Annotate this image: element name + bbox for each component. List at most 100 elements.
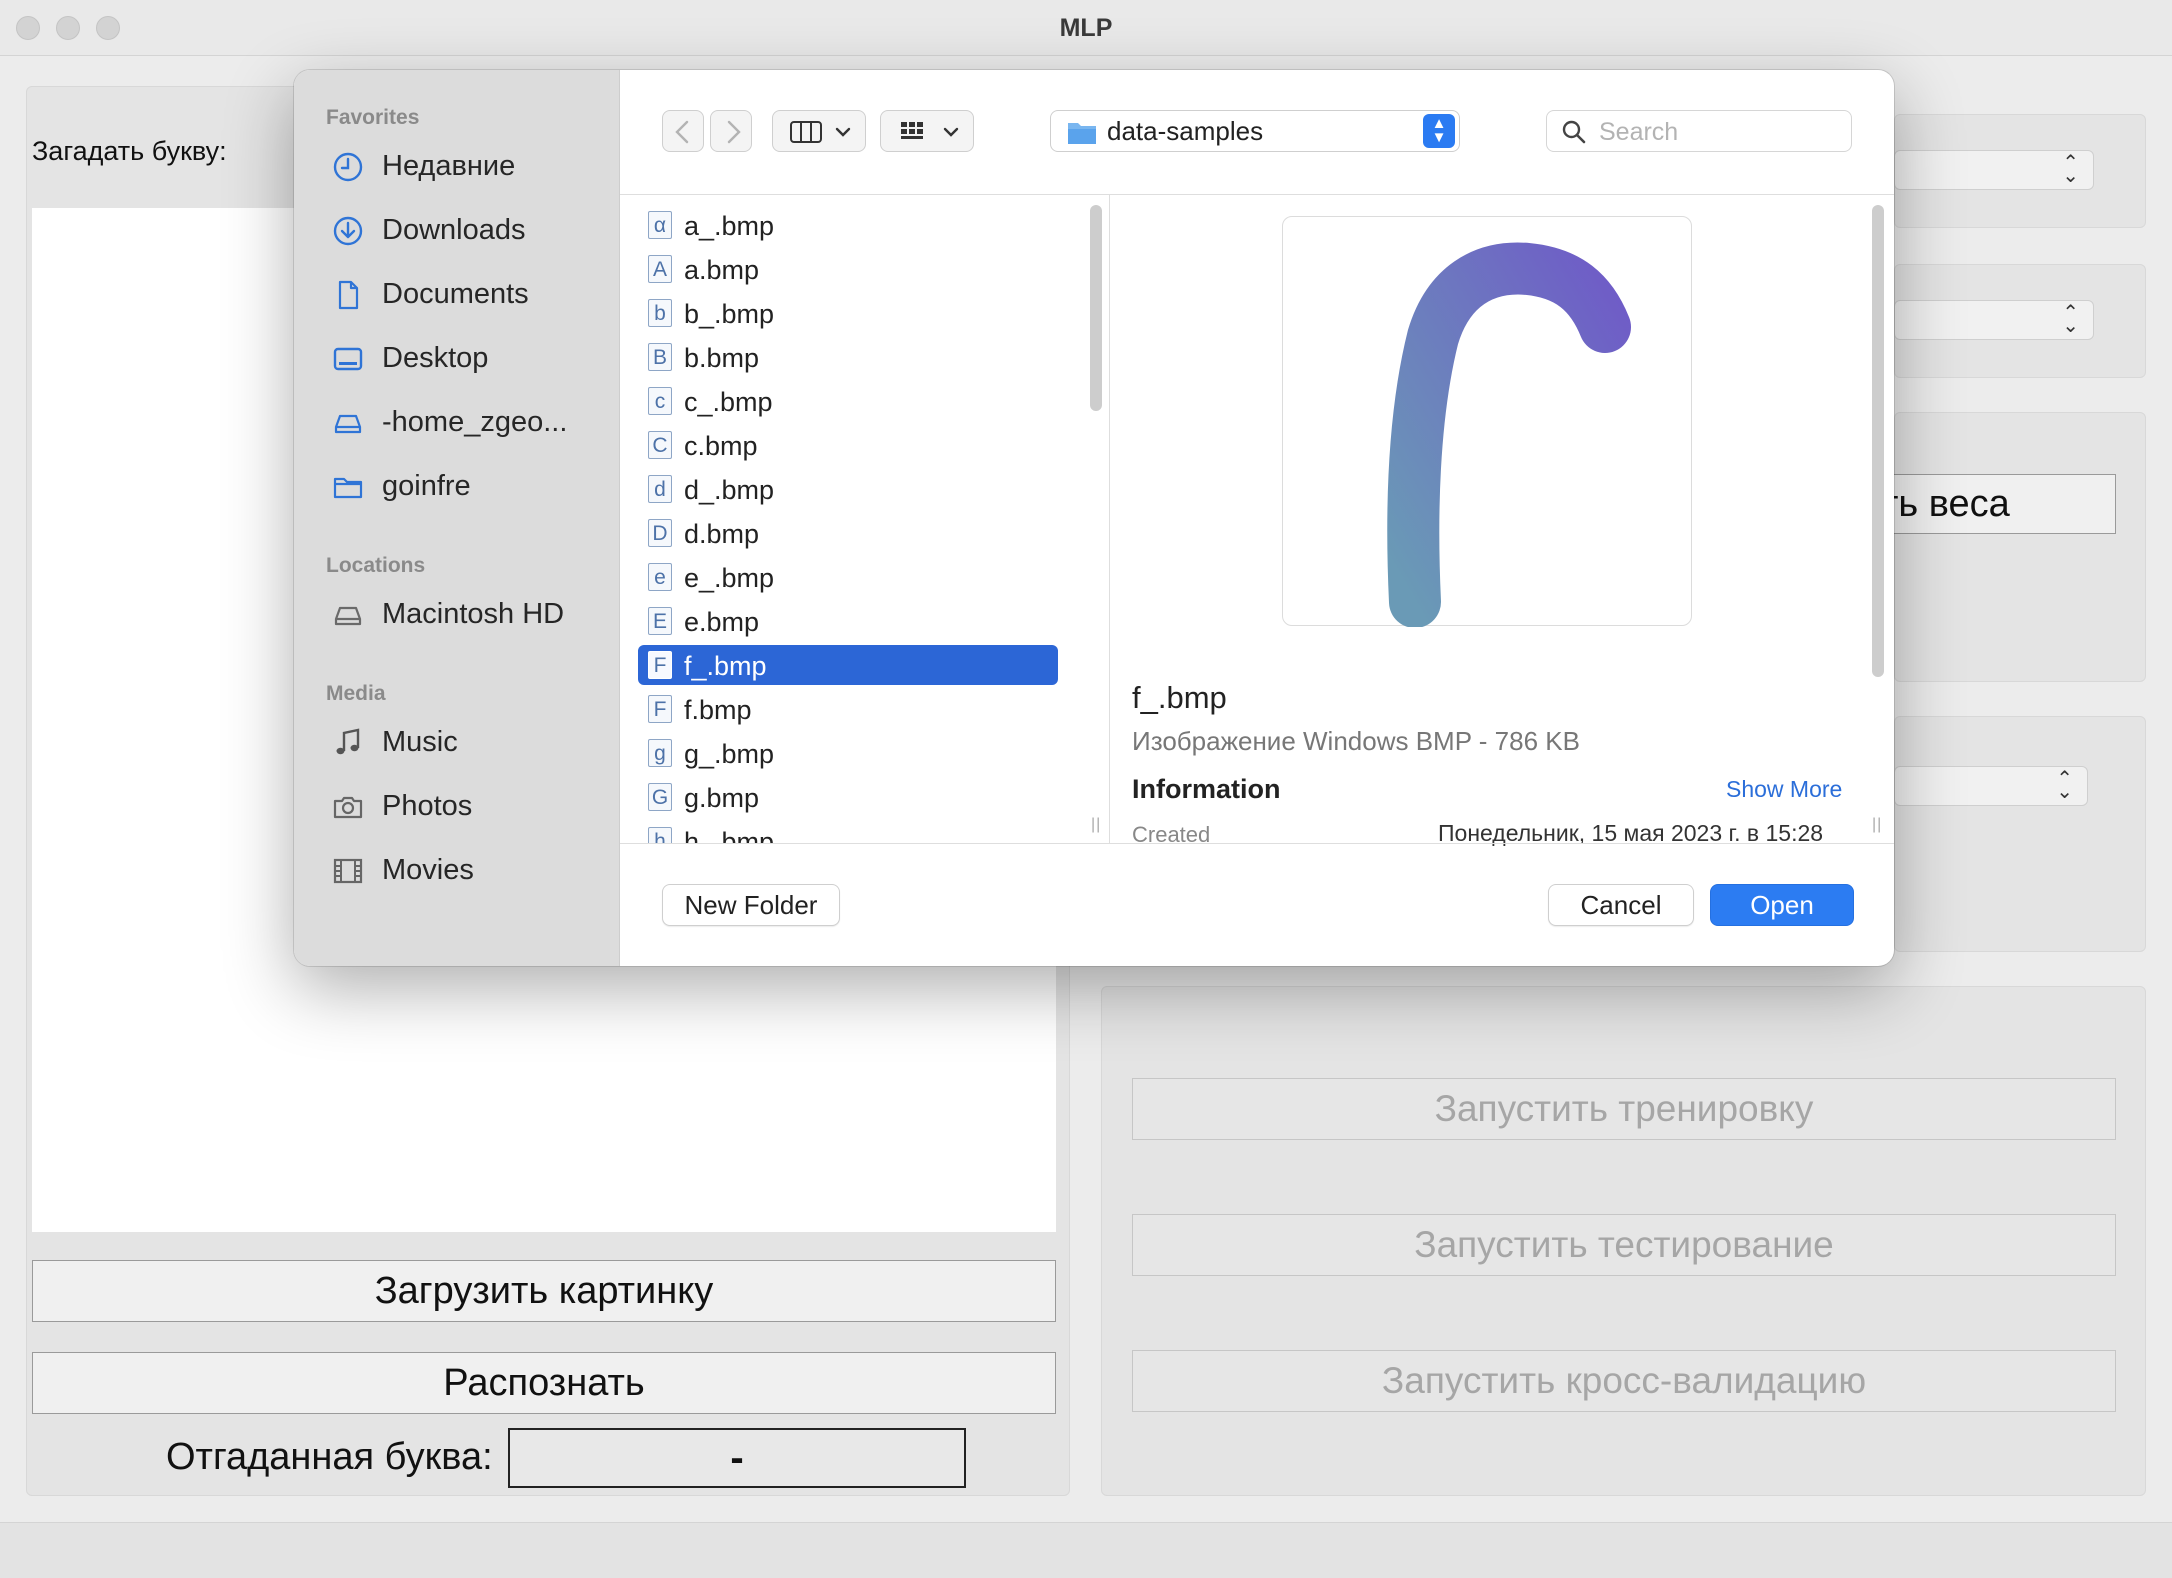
- file-name: f_.bmp: [684, 651, 767, 681]
- updown-icon: ⌃ ⌄: [2056, 768, 2073, 803]
- show-more-link[interactable]: Show More: [1726, 776, 1842, 803]
- file-row[interactable]: Ff.bmp: [638, 689, 1058, 729]
- cancel-button[interactable]: Cancel: [1548, 884, 1694, 926]
- open-file-dialog: Favorites Недавние Downloads Documents D…: [294, 70, 1894, 966]
- sidebar-item-photos[interactable]: Photos: [294, 782, 620, 832]
- file-list-scrollbar[interactable]: [1090, 205, 1102, 411]
- columns-view-icon: [790, 121, 851, 143]
- chevron-left-icon: [675, 120, 689, 144]
- bmp-file-icon: B: [648, 343, 672, 371]
- bmp-file-icon: A: [648, 255, 672, 283]
- file-name: b_.bmp: [684, 299, 775, 329]
- file-row[interactable]: Ee.bmp: [638, 601, 1058, 641]
- forward-button[interactable]: [710, 110, 752, 152]
- file-row[interactable]: α a_.bmp: [638, 205, 1058, 245]
- bmp-file-icon: g: [648, 739, 672, 767]
- file-row[interactable]: Aa.bmp: [638, 249, 1058, 289]
- file-name: d.bmp: [684, 519, 760, 549]
- preview-information-header: Information: [1132, 774, 1281, 804]
- file-list: α a_.bmp Aa.bmp b b_.bmp Bb.bmp c c_.bmp Cc.bmp d…: [620, 195, 1080, 843]
- folder-path-popup[interactable]: data-samples ▲ ▼: [1050, 110, 1460, 152]
- combo-box-1[interactable]: ⌃ ⌄: [1894, 150, 2094, 190]
- file-row[interactable]: b b_.bmp: [638, 293, 1058, 333]
- file-name: f.bmp: [684, 695, 752, 725]
- file-row[interactable]: Bb.bmp: [638, 337, 1058, 377]
- start-crossvalidation-button[interactable]: Запустить кросс-валидацию: [1132, 1350, 2116, 1412]
- file-name: e_.bmp: [684, 563, 775, 593]
- desktop-icon: [333, 347, 363, 371]
- sidebar-item-label: -home_zgeo...: [382, 406, 568, 438]
- bmp-file-icon: G: [648, 783, 672, 811]
- guessed-letter-label: Отгаданная буква:: [166, 1436, 493, 1478]
- sidebar-item-label: Movies: [382, 854, 474, 886]
- sidebar-item-documents[interactable]: Documents: [294, 270, 620, 320]
- file-row[interactable]: h h_.bmp: [638, 821, 1058, 843]
- back-button[interactable]: [662, 110, 704, 152]
- sidebar-item-downloads[interactable]: Downloads: [294, 206, 620, 256]
- updown-icon: ⌃ ⌄: [2062, 302, 2079, 337]
- right-group-4: [1894, 716, 2146, 952]
- sidebar-item-home-drive[interactable]: -home_zgeo...: [294, 398, 620, 448]
- preview-file-name: f_.bmp: [1132, 680, 1227, 715]
- group-by-button[interactable]: [880, 110, 974, 152]
- view-mode-button[interactable]: [772, 110, 866, 152]
- sidebar-item-label: Desktop: [382, 342, 489, 374]
- column-resize-handle[interactable]: ||: [1872, 816, 1882, 834]
- load-image-button[interactable]: Загрузить картинку: [32, 1260, 1056, 1322]
- bmp-file-icon: e: [648, 563, 672, 591]
- combo-box-2[interactable]: ⌃ ⌄: [1894, 300, 2094, 340]
- folder-icon: [1068, 123, 1096, 144]
- new-folder-button[interactable]: New Folder: [662, 884, 840, 926]
- sidebar-item-movies[interactable]: Movies: [294, 846, 620, 896]
- start-training-button[interactable]: Запустить тренировку: [1132, 1078, 2116, 1140]
- guess-letter-label: Загадать букву:: [32, 136, 227, 166]
- download-icon: [333, 216, 363, 246]
- current-folder-name: data-samples: [1107, 116, 1264, 146]
- sidebar-item-goinfre[interactable]: goinfre: [294, 462, 620, 512]
- load-weights-button[interactable]: ть веса: [1866, 474, 2116, 534]
- media-header: Media: [326, 682, 386, 705]
- music-icon: [336, 728, 360, 755]
- column-resize-handle[interactable]: ||: [1091, 816, 1101, 834]
- image-preview: [1282, 216, 1692, 628]
- sidebar-item-recents[interactable]: Недавние: [294, 142, 620, 192]
- status-bar: [0, 1522, 2172, 1578]
- sidebar-item-label: Downloads: [382, 214, 526, 246]
- sidebar-item-desktop[interactable]: Desktop: [294, 334, 620, 384]
- letter-f-thumbnail: [1387, 242, 1631, 628]
- file-row[interactable]: e e_.bmp: [638, 557, 1058, 597]
- file-row[interactable]: Gg.bmp: [638, 777, 1058, 817]
- start-testing-button[interactable]: Запустить тестирование: [1132, 1214, 2116, 1276]
- search-field[interactable]: [1546, 110, 1852, 152]
- guessed-letter-value: -: [508, 1428, 966, 1488]
- bmp-file-icon: c: [648, 387, 672, 415]
- sidebar-item-music[interactable]: Music: [294, 718, 620, 768]
- popup-arrows-icon: ▲ ▼: [1423, 114, 1455, 148]
- combo-box-3[interactable]: ⌃ ⌄: [1894, 766, 2088, 806]
- drive-icon: [334, 414, 362, 434]
- sidebar-item-macintosh-hd[interactable]: Macintosh HD: [294, 590, 620, 640]
- clock-icon: [333, 152, 363, 182]
- file-row[interactable]: g g_.bmp: [638, 733, 1058, 773]
- file-row[interactable]: Dd.bmp: [638, 513, 1058, 553]
- file-row[interactable]: Cc.bmp: [638, 425, 1058, 465]
- search-input[interactable]: [1597, 115, 1841, 149]
- file-row[interactable]: Ff_.bmp: [638, 645, 1058, 685]
- camera-icon: [333, 796, 363, 819]
- recognize-button[interactable]: Распознать: [32, 1352, 1056, 1414]
- file-name: b.bmp: [684, 343, 760, 373]
- chevron-right-icon: [727, 120, 741, 144]
- bmp-file-icon: α: [648, 211, 672, 239]
- file-row[interactable]: c c_.bmp: [638, 381, 1058, 421]
- file-row[interactable]: d d_.bmp: [638, 469, 1058, 509]
- preview-file-kind: Изображение Windows BMP - 786 KB: [1132, 726, 1580, 756]
- bmp-file-icon: d: [648, 475, 672, 503]
- preview-scrollbar[interactable]: [1872, 205, 1884, 677]
- file-name: g.bmp: [684, 783, 760, 813]
- file-name: d_.bmp: [684, 475, 775, 505]
- document-icon: [338, 280, 359, 310]
- file-name: h_.bmp: [684, 827, 775, 843]
- column-divider: [1109, 195, 1110, 843]
- sidebar-item-label: Macintosh HD: [382, 598, 565, 630]
- open-button[interactable]: Open: [1710, 884, 1854, 926]
